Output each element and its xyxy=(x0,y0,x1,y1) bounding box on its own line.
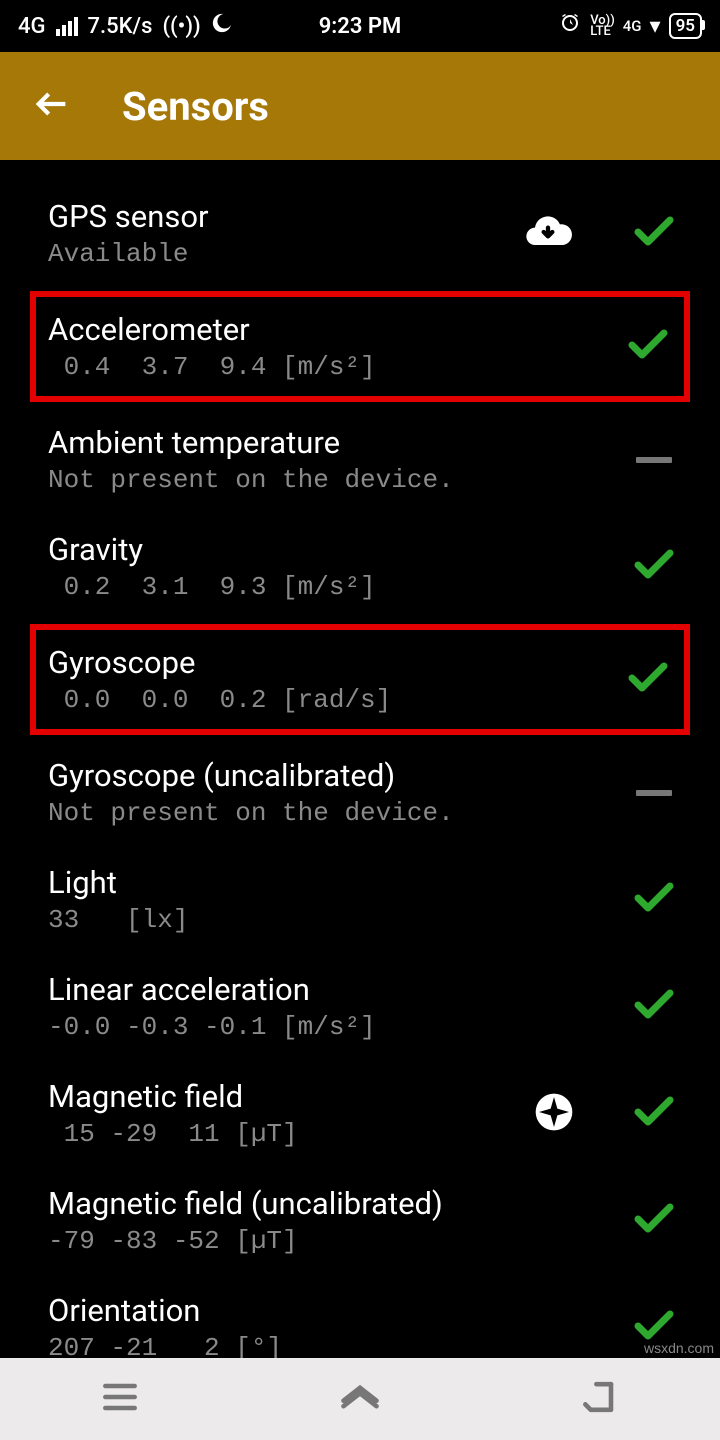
sensor-list: GPS sensor Available Accelerometer 0.4 3.7… xyxy=(0,160,720,1381)
sensor-name: Magnetic field (uncalibrated) xyxy=(48,1185,630,1222)
sensor-name: Orientation xyxy=(48,1292,630,1329)
net2-indicator: 4G xyxy=(623,17,642,35)
dash-icon xyxy=(636,790,672,796)
sensor-name: Gyroscope xyxy=(48,644,624,681)
alarm-icon xyxy=(558,11,582,41)
wifi-icon: ((•)) xyxy=(162,14,200,39)
watermark: wsxdn.com xyxy=(644,1340,714,1356)
sensor-row[interactable]: GPS sensor Available xyxy=(0,180,720,287)
sensor-text: Gyroscope 0.0 0.0 0.2 [rad/s] xyxy=(48,644,624,715)
moon-icon xyxy=(211,12,233,40)
page-title: Sensors xyxy=(122,83,269,130)
row-icons xyxy=(636,790,678,796)
status-bar: 4G 7.5K/s ((•)) 9:23 PM Vo))LTE 4G ▾ 95 xyxy=(0,0,720,52)
back-nav-button[interactable] xyxy=(578,1375,622,1423)
signal-icon xyxy=(56,17,78,36)
sensor-name: GPS sensor xyxy=(48,198,522,235)
row-icons xyxy=(534,1088,678,1140)
sensor-value: 33 [lx] xyxy=(48,905,630,935)
sensor-value: -0.0 -0.3 -0.1 [m/s²] xyxy=(48,1012,630,1042)
sensor-row[interactable]: Ambient temperature Not present on the de… xyxy=(0,406,720,513)
check-icon xyxy=(630,541,678,593)
sensor-text: Magnetic field 15 -29 11 [µT] xyxy=(48,1078,534,1149)
check-icon xyxy=(630,1195,678,1247)
network-type: 4G xyxy=(18,14,46,39)
sensor-name: Light xyxy=(48,864,630,901)
sensor-value: Not present on the device. xyxy=(48,465,636,495)
row-icons xyxy=(630,1195,678,1247)
app-bar: Sensors xyxy=(0,52,720,160)
sensor-value: 0.2 3.1 9.3 [m/s²] xyxy=(48,572,630,602)
row-icons xyxy=(624,321,672,373)
sensor-row[interactable]: Light 33 [lx] xyxy=(0,846,720,953)
check-icon xyxy=(630,874,678,926)
sensor-text: Linear acceleration -0.0 -0.3 -0.1 [m/s²] xyxy=(48,971,630,1042)
sensor-row[interactable]: Gyroscope (uncalibrated) Not present on t… xyxy=(0,739,720,846)
row-icons xyxy=(630,874,678,926)
check-icon xyxy=(624,321,672,373)
sensor-row[interactable]: Gyroscope 0.0 0.0 0.2 [rad/s] xyxy=(30,624,690,735)
sensor-row[interactable]: Magnetic field 15 -29 11 [µT] xyxy=(0,1060,720,1167)
sensor-text: Light 33 [lx] xyxy=(48,864,630,935)
home-button[interactable] xyxy=(338,1375,382,1423)
sensor-value: -79 -83 -52 [µT] xyxy=(48,1226,630,1256)
sensor-row[interactable]: Linear acceleration -0.0 -0.3 -0.1 [m/s²] xyxy=(0,953,720,1060)
sensor-name: Accelerometer xyxy=(48,311,624,348)
status-right: Vo))LTE 4G ▾ 95 xyxy=(558,11,702,41)
navigation-bar xyxy=(0,1358,720,1440)
sensor-value: 0.4 3.7 9.4 [m/s²] xyxy=(48,352,624,382)
check-icon xyxy=(624,654,672,706)
battery-indicator: 95 xyxy=(669,13,702,39)
volte-indicator: Vo))LTE xyxy=(590,15,615,37)
sensor-text: Accelerometer 0.4 3.7 9.4 [m/s²] xyxy=(48,311,624,382)
sensor-text: Magnetic field (uncalibrated) -79 -83 -52… xyxy=(48,1185,630,1256)
back-button[interactable] xyxy=(32,84,72,128)
sensor-value: 15 -29 11 [µT] xyxy=(48,1119,534,1149)
sensor-text: Orientation207 -21 2 [°] xyxy=(48,1292,630,1363)
check-icon xyxy=(630,1088,678,1140)
sensor-text: GPS sensor Available xyxy=(48,198,522,269)
check-icon xyxy=(630,981,678,1033)
down-triangle-icon: ▾ xyxy=(650,14,661,39)
sensor-name: Linear acceleration xyxy=(48,971,630,1008)
dash-icon xyxy=(636,457,672,463)
compass-icon[interactable] xyxy=(534,1092,574,1136)
sensor-text: Gravity 0.2 3.1 9.3 [m/s²] xyxy=(48,531,630,602)
sensor-row[interactable]: Gravity 0.2 3.1 9.3 [m/s²] xyxy=(0,513,720,620)
sensor-row[interactable]: Magnetic field (uncalibrated) -79 -83 -52… xyxy=(0,1167,720,1274)
status-left: 4G 7.5K/s ((•)) xyxy=(18,12,233,40)
sensor-value: Not present on the device. xyxy=(48,798,636,828)
sensor-text: Gyroscope (uncalibrated) Not present on t… xyxy=(48,757,636,828)
row-icons xyxy=(522,206,678,262)
recent-apps-button[interactable] xyxy=(98,1375,142,1423)
sensor-name: Magnetic field xyxy=(48,1078,534,1115)
row-icons xyxy=(624,654,672,706)
network-speed: 7.5K/s xyxy=(88,14,153,39)
sensor-name: Gravity xyxy=(48,531,630,568)
row-icons xyxy=(630,541,678,593)
sensor-name: Gyroscope (uncalibrated) xyxy=(48,757,636,794)
sensor-value: Available xyxy=(48,239,522,269)
sensor-value: 0.0 0.0 0.2 [rad/s] xyxy=(48,685,624,715)
status-time: 9:23 PM xyxy=(319,14,402,39)
sensor-text: Ambient temperature Not present on the de… xyxy=(48,424,636,495)
sensor-name: Ambient temperature xyxy=(48,424,636,461)
row-icons xyxy=(630,981,678,1033)
cloud-download-icon[interactable] xyxy=(522,206,574,262)
sensor-row[interactable]: Accelerometer 0.4 3.7 9.4 [m/s²] xyxy=(30,291,690,402)
check-icon xyxy=(630,208,678,260)
row-icons xyxy=(636,457,678,463)
